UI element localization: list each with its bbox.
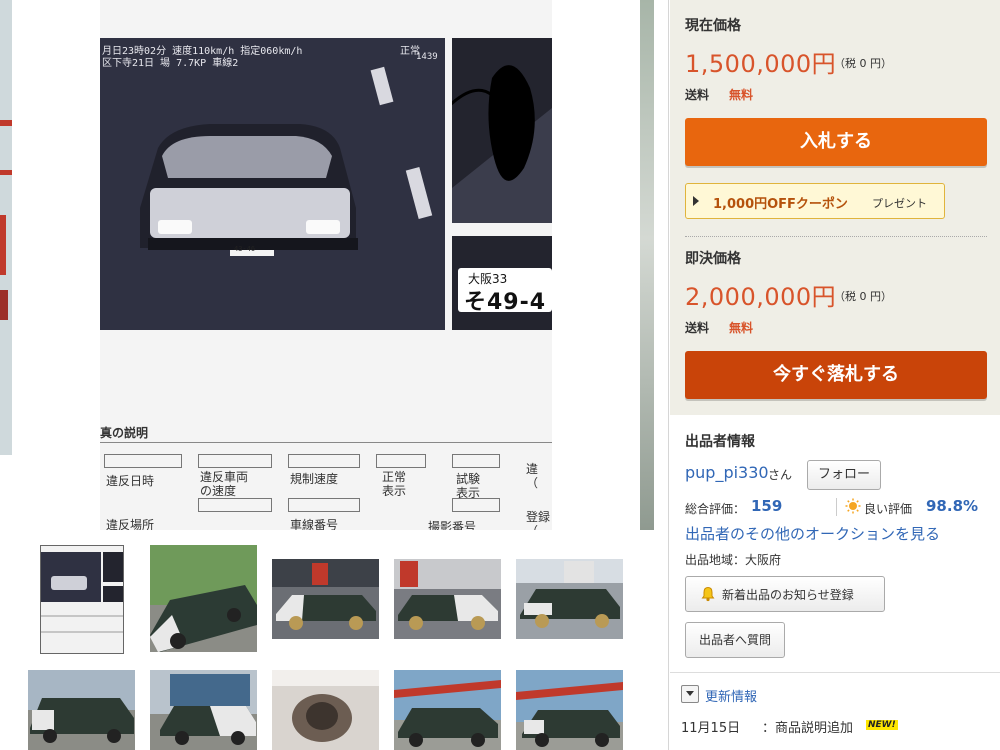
update-info-title[interactable]: 更新情報	[705, 686, 757, 705]
form-title: 真の説明	[100, 426, 149, 440]
form-field-4: 正常 表示	[382, 470, 407, 498]
ask-seller-button[interactable]: 出品者へ質問	[685, 622, 785, 658]
rating-label: 総合評価：	[685, 502, 746, 516]
seller-honorific: さん	[768, 468, 793, 482]
form-row2-2: 車線番号	[290, 518, 339, 530]
license-plate: 大阪33 そ49-4	[458, 268, 552, 315]
plate-number: そ49-4	[464, 290, 547, 315]
thumbnail-9[interactable]	[394, 670, 501, 750]
seller-location: 出品地域：大阪府	[685, 553, 782, 567]
buynow-price-tax: （税 0 円）	[834, 290, 892, 303]
seller-name-link[interactable]: pup_pi330	[685, 463, 769, 482]
coupon-sub-text: プレゼント	[872, 197, 927, 210]
update-text: ：商品説明追加	[762, 721, 854, 736]
form-field-3: 規制速度	[290, 472, 339, 486]
form-field-6: 違 （	[526, 462, 539, 490]
thumbnail-1[interactable]	[40, 545, 124, 654]
form-row2-4: 登録 （	[526, 510, 551, 530]
bid-button[interactable]: 入札する	[685, 118, 987, 166]
next-photo-edge[interactable]	[640, 0, 654, 530]
notify-button-label: 新着出品のお知らせ登録	[722, 588, 854, 602]
follow-button[interactable]: フォロー	[807, 460, 881, 490]
update-date: 11月15日	[681, 721, 741, 736]
updates-divider	[670, 672, 1000, 673]
new-listing-notify-button[interactable]: 新着出品のお知らせ登録	[685, 576, 885, 612]
buynow-shipping-label: 送料	[685, 321, 710, 335]
overlay-line-2: 区下寺21日 場 7.7KP 車線2	[102, 58, 239, 69]
current-price-label: 現在価格	[685, 18, 741, 34]
rating-value[interactable]: 159	[751, 497, 782, 515]
current-price-value: 1,500,000円	[685, 50, 837, 78]
good-rating-value: 98.8%	[926, 497, 979, 515]
form-row2-1: 違反場所	[106, 518, 155, 530]
coupon-banner[interactable]: 1,000円OFFクーポン プレゼント	[685, 183, 945, 219]
rating-separator	[836, 498, 837, 516]
thumbnail-4[interactable]	[394, 559, 501, 639]
thumbnail-8[interactable]	[272, 670, 379, 750]
good-rating-label: 良い評価	[864, 502, 913, 516]
thumbnail-2[interactable]	[150, 545, 257, 652]
driver-inset-image	[445, 38, 552, 223]
thumbnail-3[interactable]	[272, 559, 379, 639]
buy-now-button[interactable]: 今すぐ落札する	[685, 351, 987, 399]
form-field-1: 違反日時	[106, 474, 155, 488]
plate-inset-image: 大阪33 そ49-4	[452, 236, 552, 330]
speed-camera-image: 月日23時02分 速度110km/h 指定060km/h 区下寺21日 場 7.…	[100, 38, 445, 330]
overlay-code: 1439	[416, 52, 438, 62]
new-badge: NEW!	[866, 720, 898, 730]
sun-icon	[845, 498, 861, 514]
current-shipping-value: 無料	[729, 88, 754, 102]
play-arrow-icon	[693, 196, 699, 206]
seller-info-title: 出品者情報	[685, 434, 755, 450]
thumbnail-7[interactable]	[150, 670, 257, 750]
plate-small: 43-46	[234, 245, 256, 253]
coupon-main-text: 1,000円OFFクーポン	[713, 197, 848, 212]
current-price-tax: （税 0 円）	[834, 57, 892, 70]
price-divider	[685, 236, 987, 237]
thumbnail-10[interactable]	[516, 670, 623, 750]
form-field-2: 違反車両 の速度	[200, 470, 249, 498]
thumbnail-5[interactable]	[516, 559, 623, 639]
form-row2-3: 撮影番号	[428, 520, 477, 530]
buynow-price-label: 即決価格	[685, 251, 741, 267]
thumbnail-6[interactable]	[28, 670, 135, 750]
main-photo[interactable]: 月日23時02分 速度110km/h 指定060km/h 区下寺21日 場 7.…	[100, 0, 552, 530]
form-field-5: 試験 表示	[456, 472, 481, 500]
buynow-price-value: 2,000,000円	[685, 283, 837, 311]
previous-photo-edge[interactable]	[0, 0, 12, 455]
current-shipping-label: 送料	[685, 88, 710, 102]
bell-icon	[701, 586, 715, 602]
other-auctions-link[interactable]: 出品者のその他のオークションを見る	[685, 523, 940, 544]
chevron-down-icon[interactable]	[681, 685, 699, 703]
buynow-shipping-value: 無料	[729, 321, 754, 335]
